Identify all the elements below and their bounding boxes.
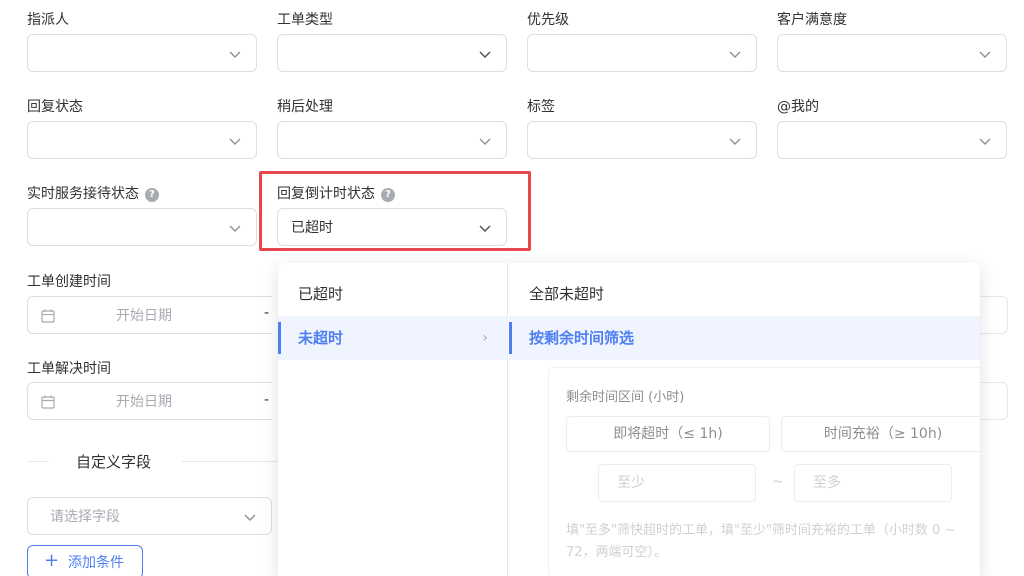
created-start-date-input[interactable]: 开始日期 [27, 296, 272, 334]
realtime-status-select[interactable] [27, 208, 257, 246]
chevron-down-icon [228, 134, 242, 148]
calendar-icon [40, 394, 56, 410]
tag-label: 标签 [527, 99, 555, 115]
calendar-icon [40, 308, 56, 324]
custom-field-select[interactable]: 请选择字段 [27, 497, 272, 535]
created-start-placeholder: 开始日期 [116, 308, 172, 324]
divider [182, 461, 278, 462]
min-hours-input[interactable]: 至少 [598, 464, 756, 502]
assignee-select[interactable] [27, 34, 257, 72]
chevron-down-icon [728, 47, 742, 61]
tag-select[interactable] [527, 121, 757, 159]
remaining-time-title: 剩余时间区间 (小时) [566, 390, 685, 405]
countdown-cascader-dropdown: 已超时 未超时 › 全部未超时 按剩余时间筛选 剩余时间区间 (小时) 即将超时… [278, 263, 980, 576]
option-filter-remaining-label: 按剩余时间筛选 [529, 329, 635, 347]
max-hours-input[interactable]: 至多 [794, 464, 952, 502]
created-time-label: 工单创建时间 [27, 274, 111, 290]
assignee-label: 指派人 [27, 12, 69, 28]
option-not-overdue-label: 未超时 [298, 329, 344, 347]
add-condition-label: 添加条件 [68, 555, 124, 571]
chevron-right-icon: › [482, 330, 488, 346]
chevron-down-icon [478, 47, 492, 61]
chevron-down-icon [243, 510, 257, 524]
chevron-down-icon [228, 221, 242, 235]
ticket-type-select[interactable] [277, 34, 507, 72]
custom-field-placeholder: 请选择字段 [50, 509, 120, 525]
remaining-time-hint: 填"至多"筛快超时的工单，填"至少"筛时间充裕的工单（小时数 0 ~ 72，两端… [566, 523, 956, 560]
mention-select[interactable] [777, 121, 1007, 159]
mention-label: @我的 [777, 99, 819, 115]
resolved-end-date-input[interactable] [978, 382, 1008, 420]
priority-select[interactable] [527, 34, 757, 72]
highlight-box [259, 171, 531, 251]
resolved-start-placeholder: 开始日期 [116, 394, 172, 410]
option-all-not-overdue[interactable]: 全部未超时 [509, 272, 980, 316]
cascader-menu-level2: 全部未超时 按剩余时间筛选 剩余时间区间 (小时) 即将超时（≤ 1h) 时间充… [509, 263, 980, 576]
chevron-down-icon [978, 47, 992, 61]
quick-soon-overdue-button[interactable]: 即将超时（≤ 1h) [566, 416, 770, 452]
date-separator: - [264, 305, 270, 321]
reply-status-select[interactable] [27, 121, 257, 159]
realtime-status-label-text: 实时服务接待状态 [27, 186, 139, 202]
created-end-date-input[interactable] [978, 296, 1008, 334]
ticket-type-label: 工单类型 [277, 12, 333, 28]
priority-label: 优先级 [527, 12, 569, 28]
range-separator: ~ [772, 474, 784, 490]
satisfaction-label: 客户满意度 [777, 12, 847, 28]
later-label: 稍后处理 [277, 99, 333, 115]
option-overdue[interactable]: 已超时 [278, 272, 508, 316]
satisfaction-select[interactable] [777, 34, 1007, 72]
chevron-down-icon [978, 134, 992, 148]
resolved-start-date-input[interactable]: 开始日期 [27, 382, 272, 420]
cascader-menu-level1: 已超时 未超时 › [278, 263, 508, 576]
quick-ample-time-button[interactable]: 时间充裕（≥ 10h) [781, 416, 980, 452]
later-select[interactable] [277, 121, 507, 159]
add-condition-button[interactable]: + 添加条件 [27, 545, 143, 576]
help-icon[interactable]: ? [145, 188, 159, 202]
resolved-time-label: 工单解决时间 [27, 361, 111, 377]
option-overdue-label: 已超时 [298, 285, 344, 303]
realtime-status-label: 实时服务接待状态? [27, 184, 159, 204]
chevron-down-icon [728, 134, 742, 148]
date-separator: - [264, 392, 270, 408]
chevron-down-icon [478, 134, 492, 148]
plus-icon: + [44, 550, 60, 571]
reply-status-label: 回复状态 [27, 99, 83, 115]
option-all-not-overdue-label: 全部未超时 [529, 285, 605, 303]
remaining-time-panel: 剩余时间区间 (小时) 即将超时（≤ 1h) 时间充裕（≥ 10h) 至少 ~ … [548, 367, 980, 576]
custom-fields-title: 自定义字段 [76, 453, 152, 471]
option-not-overdue[interactable]: 未超时 › [278, 316, 508, 360]
divider [27, 461, 49, 462]
chevron-down-icon [228, 47, 242, 61]
option-filter-remaining[interactable]: 按剩余时间筛选 [509, 316, 980, 360]
